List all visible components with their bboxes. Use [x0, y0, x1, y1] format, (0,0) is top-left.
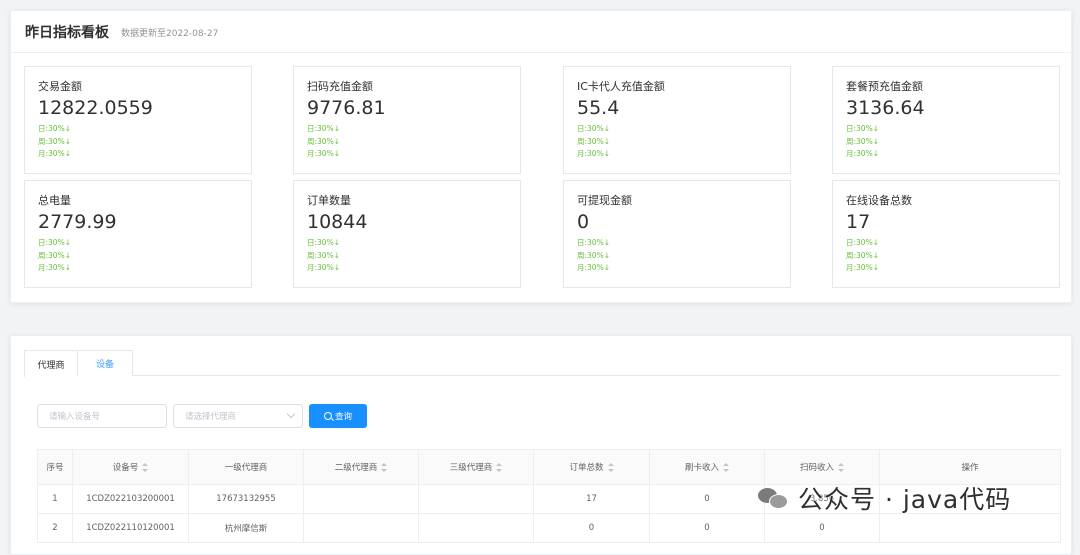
- cell-device-no: 1CDZ022103200001: [72, 484, 189, 514]
- tab-device[interactable]: 设备: [77, 350, 133, 377]
- search-icon: [323, 412, 332, 420]
- cell-card-income: 0: [649, 513, 765, 543]
- sort-icon[interactable]: [607, 463, 614, 472]
- column-header-level1-agent: 一级代理商: [188, 449, 304, 485]
- device-number-input[interactable]: 请输入设备号: [37, 404, 167, 428]
- column-header-card-income[interactable]: 刷卡收入: [649, 449, 765, 485]
- column-header-index: 序号: [37, 449, 73, 485]
- cell-level1-agent: 杭州摩信斯: [188, 513, 304, 543]
- column-header-level2-agent[interactable]: 二级代理商: [303, 449, 419, 485]
- metric-label: 可提现金额: [577, 194, 632, 207]
- column-header-device-no[interactable]: 设备号: [72, 449, 189, 485]
- metric-value: 2779.99: [38, 211, 117, 233]
- metric-month-change: 月:30%↓: [38, 263, 71, 272]
- chevron-down-icon: [286, 409, 296, 419]
- sort-icon[interactable]: [838, 463, 844, 472]
- sort-icon[interactable]: [496, 463, 503, 472]
- sort-icon[interactable]: [142, 463, 149, 472]
- metric-month-change: 月:30%↓: [307, 149, 340, 158]
- metric-label: 总电量: [38, 194, 71, 207]
- metric-day-change: 日:30%↓: [577, 124, 610, 133]
- metric-month-change: 月:30%↓: [307, 263, 340, 272]
- query-button-label: 查询: [334, 412, 352, 422]
- metric-day-change: 日:30%↓: [38, 238, 71, 247]
- cell-index: 2: [37, 513, 73, 543]
- metric-value: 55.4: [577, 97, 620, 119]
- metric-week-change: 周:30%↓: [846, 136, 879, 146]
- metric-value: 9776.81: [307, 97, 386, 119]
- sort-icon[interactable]: [381, 463, 388, 472]
- metric-card-order-count: 订单数量 10844 日:30%↓ 周:30%↓ 月:30%↓: [293, 180, 521, 288]
- metric-card-package-prepaid: 套餐预充值金额 3136.64 日:30%↓ 周:30%↓ 月:30%↓: [832, 66, 1060, 174]
- watermark-text: 公众号 · java代码: [798, 485, 1012, 514]
- column-header-order-total[interactable]: 订单总数: [533, 449, 650, 485]
- dashboard-header: 昨日指标看板 数据更新至2022-08-27: [11, 11, 1071, 53]
- cell-order-total: 17: [533, 484, 650, 514]
- device-list-panel: 代理商 设备 请输入设备号 请选择代理商 查询 序号 设备号 一级代理商 二级代…: [10, 335, 1072, 555]
- dashboard-title: 昨日指标看板: [25, 24, 109, 41]
- cell-level2-agent: [303, 484, 419, 514]
- cell-scan-income: 0: [764, 513, 880, 543]
- agent-select[interactable]: 请选择代理商: [173, 404, 303, 428]
- metric-month-change: 月:30%↓: [577, 149, 610, 158]
- query-button[interactable]: 查询: [309, 404, 367, 428]
- metric-value: 10844: [307, 211, 368, 233]
- metric-card-scan-recharge: 扫码充值金额 9776.81 日:30%↓ 周:30%↓ 月:30%↓: [293, 66, 521, 174]
- table-row: 2 1CDZ022110120001 杭州摩信斯 0 0 0: [37, 513, 1061, 543]
- tab-agent[interactable]: 代理商: [24, 350, 78, 377]
- metric-day-change: 日:30%↓: [846, 238, 879, 247]
- metric-month-change: 月:30%↓: [846, 263, 879, 272]
- metric-day-change: 日:30%↓: [577, 238, 610, 247]
- tab-bar: 代理商 设备: [24, 350, 1060, 377]
- cell-index: 1: [37, 484, 73, 514]
- cell-level3-agent: [418, 484, 534, 514]
- cell-level3-agent: [418, 513, 534, 543]
- metric-day-change: 日:30%↓: [307, 124, 340, 133]
- metric-month-change: 月:30%↓: [846, 149, 879, 158]
- metric-value: 17: [846, 211, 871, 233]
- metric-label: 在线设备总数: [846, 194, 912, 207]
- metric-label: 交易金额: [38, 80, 82, 93]
- sort-icon[interactable]: [723, 463, 729, 472]
- metric-week-change: 周:30%↓: [307, 250, 340, 260]
- metric-month-change: 月:30%↓: [38, 149, 71, 158]
- metric-week-change: 周:30%↓: [307, 136, 340, 146]
- metric-day-change: 日:30%↓: [38, 124, 71, 133]
- metric-card-ic-card-recharge: IC卡代人充值金额 55.4 日:30%↓ 周:30%↓ 月:30%↓: [563, 66, 791, 174]
- metric-week-change: 周:30%↓: [38, 136, 71, 146]
- metric-value: 3136.64: [846, 97, 925, 119]
- metric-label: 套餐预充值金额: [846, 80, 923, 93]
- metric-day-change: 日:30%↓: [846, 124, 879, 133]
- metric-week-change: 周:30%↓: [38, 250, 71, 260]
- metric-card-transaction-amount: 交易金额 12822.0559 日:30%↓ 周:30%↓ 月:30%↓: [24, 66, 252, 174]
- metric-value: 12822.0559: [38, 97, 153, 119]
- cell-actions: [879, 513, 1061, 543]
- agent-select-placeholder: 请选择代理商: [185, 412, 237, 422]
- wechat-icon: [758, 486, 790, 510]
- metric-day-change: 日:30%↓: [307, 238, 340, 247]
- metric-month-change: 月:30%↓: [577, 263, 610, 272]
- metric-week-change: 周:30%↓: [846, 250, 879, 260]
- cell-level1-agent: 17673132955: [188, 484, 304, 514]
- metric-label: 订单数量: [307, 194, 351, 207]
- metric-card-total-power: 总电量 2779.99 日:30%↓ 周:30%↓ 月:30%↓: [24, 180, 252, 288]
- cell-level2-agent: [303, 513, 419, 543]
- dashboard-update-date: 数据更新至2022-08-27: [121, 29, 219, 39]
- metric-card-withdrawable: 可提现金额 0 日:30%↓ 周:30%↓ 月:30%↓: [563, 180, 791, 288]
- cell-order-total: 0: [533, 513, 650, 543]
- metric-label: 扫码充值金额: [307, 80, 373, 93]
- metric-label: IC卡代人充值金额: [577, 80, 665, 93]
- metric-value: 0: [577, 211, 590, 233]
- cell-device-no: 1CDZ022110120001: [72, 513, 189, 543]
- metric-week-change: 周:30%↓: [577, 250, 610, 260]
- metric-card-online-devices: 在线设备总数 17 日:30%↓ 周:30%↓ 月:30%↓: [832, 180, 1060, 288]
- metric-week-change: 周:30%↓: [577, 136, 610, 146]
- cell-card-income: 0: [649, 484, 765, 514]
- device-number-placeholder: 请输入设备号: [49, 412, 101, 422]
- column-header-level3-agent[interactable]: 三级代理商: [418, 449, 534, 485]
- dashboard-card: 昨日指标看板 数据更新至2022-08-27 交易金额 12822.0559 日…: [10, 10, 1072, 303]
- wechat-watermark: 公众号 · java代码: [758, 480, 1011, 516]
